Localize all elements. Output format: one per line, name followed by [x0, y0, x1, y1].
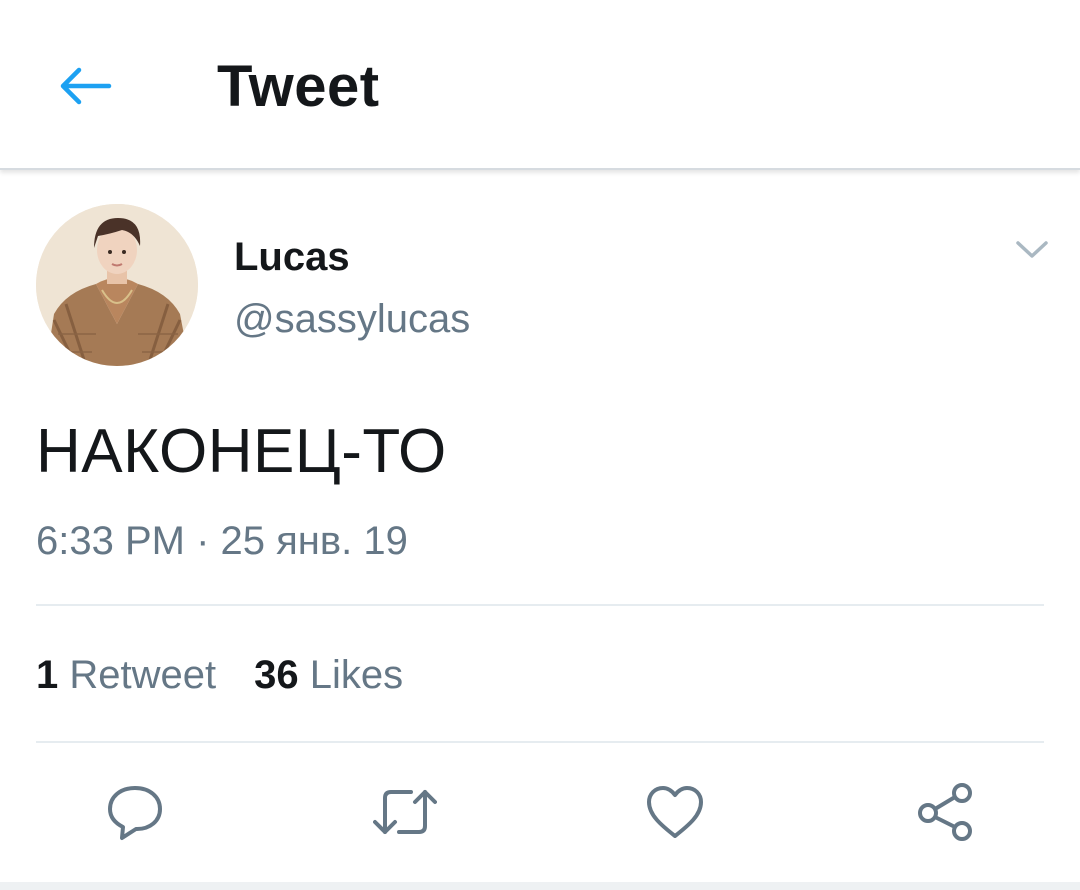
retweet-icon	[373, 790, 437, 834]
chevron-down-icon	[1016, 241, 1048, 258]
bottom-edge	[0, 882, 1080, 890]
avatar[interactable]	[36, 204, 198, 366]
divider	[36, 741, 1044, 743]
profile-photo	[36, 204, 198, 366]
tweet-stats: 1 Retweet 36 Likes	[36, 648, 403, 702]
likes-label: Likes	[309, 653, 404, 697]
page-title: Tweet	[217, 54, 380, 119]
author-name[interactable]: Lucas	[234, 232, 350, 282]
share-button[interactable]	[913, 780, 977, 844]
like-icon	[647, 786, 703, 838]
likes-stat[interactable]: 36 Likes	[254, 648, 403, 702]
tweet-text: НАКОНЕЦ-ТО	[36, 417, 447, 486]
reply-button[interactable]	[103, 780, 167, 844]
tweet-menu-button[interactable]	[1008, 226, 1056, 274]
top-app-bar: Tweet	[0, 0, 1080, 170]
share-icon	[918, 783, 972, 841]
retweets-stat[interactable]: 1 Retweet	[36, 648, 216, 702]
tweet-detail-screen: Tweet Lucas @sassylucas НАКОНЕЦ-ТО 6:33 …	[0, 0, 1080, 890]
arrow-left-icon	[60, 67, 112, 105]
back-button[interactable]	[50, 58, 120, 114]
retweets-label: Retweet	[69, 653, 217, 697]
reply-icon	[108, 786, 162, 840]
like-button[interactable]	[643, 780, 707, 844]
author-handle[interactable]: @sassylucas	[234, 294, 470, 344]
likes-count: 36	[254, 653, 299, 697]
retweet-button[interactable]	[373, 780, 437, 844]
divider	[36, 604, 1044, 606]
tweet-timestamp: 6:33 PM · 25 янв. 19	[36, 519, 408, 563]
retweets-count: 1	[36, 653, 59, 697]
